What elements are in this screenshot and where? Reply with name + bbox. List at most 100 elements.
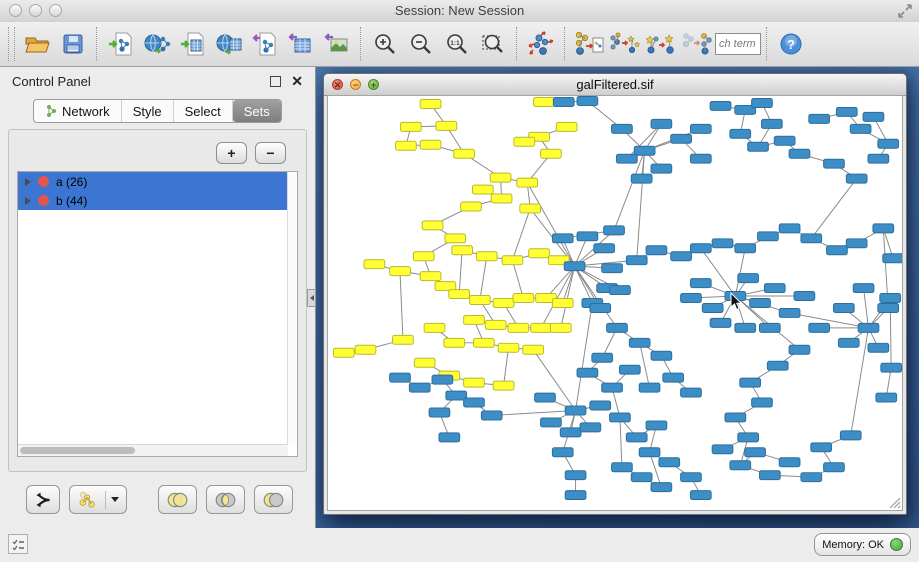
graph-node-blue[interactable]: [752, 98, 773, 107]
fullscreen-icon[interactable]: [897, 3, 913, 24]
search-input[interactable]: [715, 33, 761, 55]
graph-node-blue[interactable]: [838, 338, 859, 347]
graph-node-blue[interactable]: [858, 323, 879, 332]
graph-node-selected-yellow[interactable]: [390, 267, 411, 276]
graph-edge[interactable]: [576, 303, 593, 410]
graph-node-selected-yellow[interactable]: [491, 194, 512, 203]
graph-node-blue[interactable]: [639, 383, 660, 392]
graph-node-blue[interactable]: [760, 323, 781, 332]
graph-node-blue[interactable]: [590, 304, 611, 313]
graph-node-selected-yellow[interactable]: [420, 140, 441, 149]
graph-node-selected-yellow[interactable]: [514, 137, 535, 146]
graph-node-selected-yellow[interactable]: [513, 294, 534, 303]
select-from-network-b-button[interactable]: [679, 25, 715, 63]
graph-node-blue[interactable]: [612, 463, 633, 472]
graph-edge[interactable]: [480, 256, 487, 300]
graph-node-blue[interactable]: [730, 129, 751, 138]
toolbar-grip[interactable]: [8, 27, 15, 61]
graph-node-blue[interactable]: [590, 401, 611, 410]
graph-node-blue[interactable]: [626, 256, 647, 265]
minimize-view-button[interactable]: −: [350, 79, 361, 90]
graph-node-selected-yellow[interactable]: [422, 221, 443, 230]
help-button[interactable]: ?: [773, 25, 809, 63]
graph-edge[interactable]: [492, 410, 576, 415]
task-history-button[interactable]: [8, 534, 28, 554]
graph-node-blue[interactable]: [750, 299, 771, 308]
graph-node-blue[interactable]: [671, 252, 692, 261]
graph-edge[interactable]: [459, 250, 462, 294]
graph-node-selected-yellow[interactable]: [413, 252, 434, 261]
graph-node-selected-yellow[interactable]: [444, 338, 465, 347]
graph-node-selected-yellow[interactable]: [493, 381, 514, 390]
graph-node-blue[interactable]: [863, 112, 884, 121]
graph-node-selected-yellow[interactable]: [498, 343, 519, 352]
graph-node-blue[interactable]: [850, 124, 871, 133]
graph-node-blue[interactable]: [774, 136, 795, 145]
graph-edge[interactable]: [512, 260, 523, 298]
graph-node-blue[interactable]: [541, 418, 562, 427]
graph-node-blue[interactable]: [552, 234, 573, 243]
graph-node-selected-yellow[interactable]: [424, 323, 445, 332]
graph-node-blue[interactable]: [690, 154, 711, 163]
graph-node-blue[interactable]: [639, 448, 660, 457]
graph-node-blue[interactable]: [409, 383, 430, 392]
chevron-down-icon[interactable]: [111, 497, 119, 502]
graph-node-blue[interactable]: [481, 411, 502, 420]
graph-node-selected-yellow[interactable]: [461, 202, 482, 211]
graph-node-selected-yellow[interactable]: [454, 149, 475, 158]
network-window-titlebar[interactable]: ✕ − + galFiltered.sif: [324, 74, 906, 96]
set-row[interactable]: b (44): [18, 191, 288, 210]
graph-node-blue[interactable]: [629, 338, 650, 347]
graph-node-blue[interactable]: [610, 413, 631, 422]
graph-node-blue[interactable]: [681, 473, 702, 482]
split-set-button[interactable]: [26, 485, 60, 514]
close-panel-icon[interactable]: ✕: [291, 76, 303, 87]
graph-node-blue[interactable]: [565, 406, 586, 415]
graph-edge[interactable]: [561, 266, 575, 328]
graph-node-selected-yellow[interactable]: [396, 141, 417, 150]
graph-node-blue[interactable]: [690, 124, 711, 133]
graph-node-selected-yellow[interactable]: [517, 178, 538, 187]
graph-node-blue[interactable]: [626, 433, 647, 442]
import-network-file-button[interactable]: [103, 25, 139, 63]
graph-node-blue[interactable]: [671, 134, 692, 143]
graph-edge[interactable]: [504, 348, 509, 386]
graph-edge[interactable]: [400, 271, 403, 340]
disclosure-triangle-icon[interactable]: [25, 197, 31, 205]
graph-node-blue[interactable]: [552, 448, 573, 457]
network-view-window[interactable]: ✕ − + galFiltered.sif: [323, 73, 907, 515]
graph-node-blue[interactable]: [602, 264, 623, 273]
graph-node-selected-yellow[interactable]: [556, 122, 577, 131]
graph-node-blue[interactable]: [565, 471, 586, 480]
remove-set-button[interactable]: −: [255, 142, 286, 164]
graph-node-blue[interactable]: [646, 246, 667, 255]
graph-node-blue[interactable]: [767, 361, 788, 370]
graph-node-blue[interactable]: [880, 294, 901, 303]
zoom-out-button[interactable]: [403, 25, 439, 63]
graph-node-selected-yellow[interactable]: [400, 122, 421, 131]
graph-node-selected-yellow[interactable]: [523, 345, 544, 354]
graph-node-blue[interactable]: [651, 119, 672, 128]
graph-node-blue[interactable]: [712, 445, 733, 454]
export-network-button[interactable]: [247, 25, 283, 63]
graph-node-blue[interactable]: [429, 408, 450, 417]
graph-node-blue[interactable]: [631, 174, 652, 183]
first-neighbors-button[interactable]: [607, 25, 643, 63]
graph-node-blue[interactable]: [610, 286, 631, 295]
graph-edge[interactable]: [864, 288, 869, 328]
graph-node-selected-yellow[interactable]: [420, 272, 441, 281]
graph-node-blue[interactable]: [840, 431, 861, 440]
open-session-button[interactable]: [19, 25, 55, 63]
graph-node-selected-yellow[interactable]: [393, 335, 414, 344]
graph-node-blue[interactable]: [735, 244, 756, 253]
graph-node-blue[interactable]: [690, 491, 711, 500]
graph-node-blue[interactable]: [809, 114, 830, 123]
graph-node-blue[interactable]: [868, 154, 889, 163]
graph-node-blue[interactable]: [801, 234, 822, 243]
graph-node-blue[interactable]: [760, 471, 781, 480]
graph-node-selected-yellow[interactable]: [449, 290, 470, 299]
graph-node-selected-yellow[interactable]: [476, 252, 497, 261]
graph-node-blue[interactable]: [646, 421, 667, 430]
graph-node-selected-yellow[interactable]: [490, 173, 511, 182]
graph-node-blue[interactable]: [824, 463, 845, 472]
